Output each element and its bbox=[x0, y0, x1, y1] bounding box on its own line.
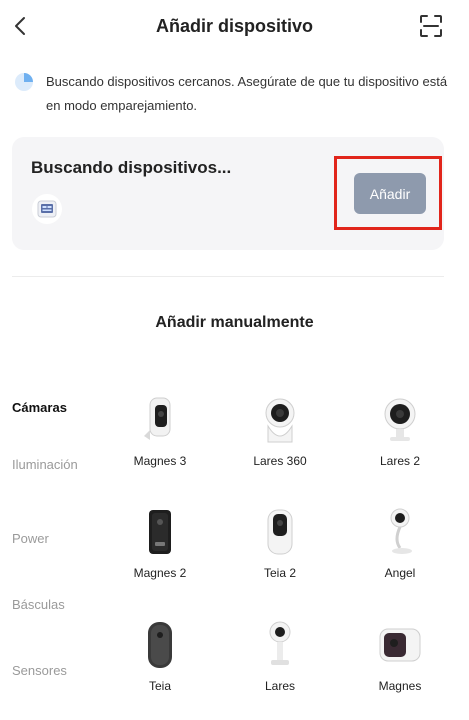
header: Añadir dispositivo bbox=[0, 0, 469, 56]
category-iluminacion[interactable]: Iluminación bbox=[12, 456, 80, 473]
category-sensores[interactable]: Sensores bbox=[12, 662, 92, 679]
display-device-icon bbox=[37, 200, 57, 218]
device-label: Magnes bbox=[378, 679, 422, 693]
capsule-camera-icon bbox=[148, 622, 172, 668]
category-basculas[interactable]: Básculas bbox=[12, 596, 92, 613]
battery-camera-icon bbox=[144, 397, 171, 440]
device-tile[interactable]: Teia bbox=[110, 621, 210, 720]
device-label: Teia bbox=[148, 679, 171, 693]
dome-camera-icon bbox=[265, 398, 295, 443]
device-tile[interactable]: Lares 2 bbox=[350, 396, 450, 496]
discovery-card: Buscando dispositivos... Añadir bbox=[12, 137, 444, 250]
box-camera-icon bbox=[379, 628, 421, 662]
device-tile[interactable]: Lares bbox=[230, 621, 330, 720]
round-camera-icon bbox=[384, 398, 416, 441]
device-label: Lares bbox=[264, 679, 296, 693]
scan-frame-icon bbox=[420, 15, 442, 37]
add-button[interactable]: Añadir bbox=[354, 173, 426, 214]
searching-hint-text: Buscando dispositivos cercanos. Asegúrat… bbox=[46, 74, 448, 113]
doorbell-camera-icon bbox=[149, 510, 171, 554]
device-label: Teia 2 bbox=[263, 566, 297, 580]
device-label: Angel bbox=[384, 566, 416, 580]
back-button[interactable] bbox=[8, 10, 32, 42]
discovery-title: Buscando dispositivos... bbox=[31, 158, 232, 177]
device-tile[interactable]: Magnes bbox=[350, 621, 450, 720]
device-tile[interactable]: Lares 360 bbox=[230, 396, 330, 496]
baby-camera-icon bbox=[390, 508, 412, 554]
cylinder-camera-icon bbox=[267, 509, 293, 555]
divider bbox=[12, 276, 444, 277]
category-power[interactable]: Power bbox=[12, 530, 92, 547]
device-label: Lares 360 bbox=[253, 454, 307, 468]
searching-pulse-icon bbox=[15, 73, 33, 91]
mini-camera-icon bbox=[269, 621, 291, 665]
device-tile[interactable]: Angel bbox=[350, 508, 450, 608]
device-label: Magnes 3 bbox=[133, 454, 187, 468]
device-tile[interactable]: Magnes 3 bbox=[110, 396, 210, 496]
device-label: Lares 2 bbox=[379, 454, 421, 468]
category-camaras[interactable]: Cámaras bbox=[12, 399, 92, 416]
manual-section-title: Añadir manualmente bbox=[155, 314, 314, 331]
chevron-left-icon bbox=[15, 17, 25, 35]
device-tile[interactable]: Magnes 2 bbox=[110, 508, 210, 608]
discovered-device[interactable] bbox=[32, 194, 62, 224]
scan-button[interactable] bbox=[419, 14, 443, 38]
page-title: Añadir dispositivo bbox=[155, 16, 314, 36]
device-label: Magnes 2 bbox=[133, 566, 187, 580]
device-tile[interactable]: Teia 2 bbox=[230, 508, 330, 608]
